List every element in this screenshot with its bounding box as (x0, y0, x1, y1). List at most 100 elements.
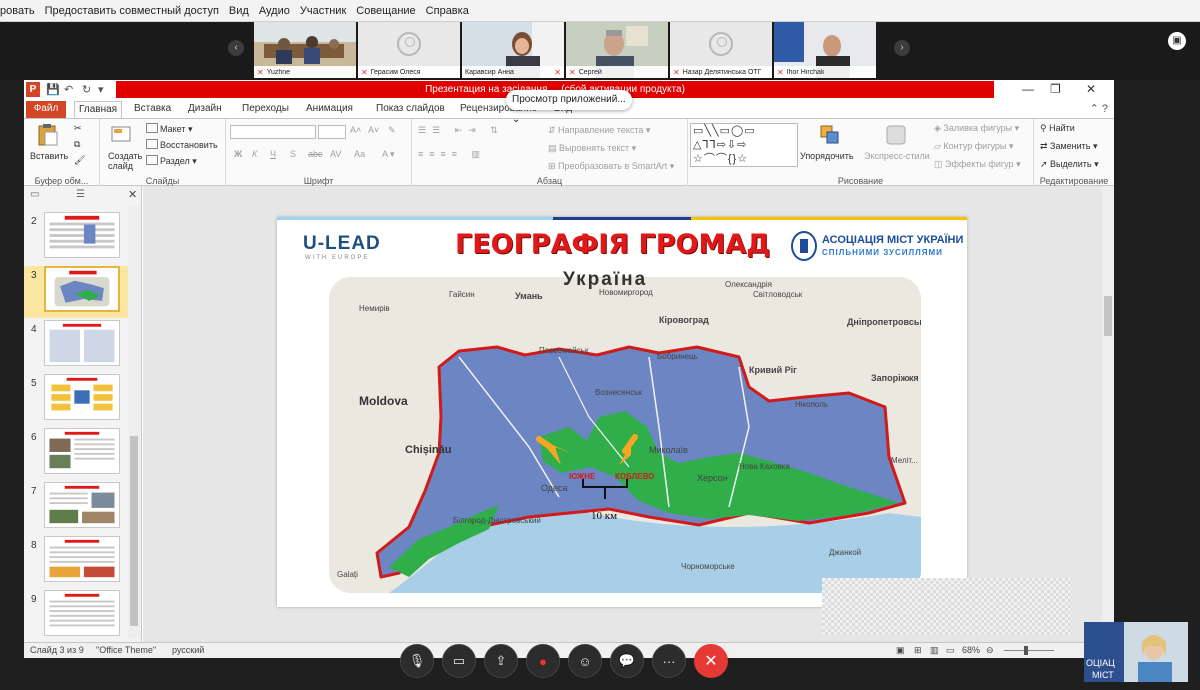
cut-icon[interactable]: ✂ (74, 123, 82, 134)
reading-view-icon[interactable]: ▥ (930, 645, 939, 656)
slideshow-icon[interactable]: ▭ (946, 645, 955, 656)
replace-button[interactable]: ⇄ Заменить ▾ (1040, 141, 1098, 152)
underline-button[interactable]: Ч (270, 149, 276, 159)
slide-thumbnail[interactable]: 6 (24, 428, 128, 480)
participant-tile[interactable]: ✕ Ihor Hirchak (774, 22, 876, 78)
record-icon[interactable]: ● (526, 644, 560, 678)
participants-icon[interactable]: ☺ (568, 644, 602, 678)
menu-item-share[interactable]: Предоставить совместный доступ (45, 5, 219, 17)
editing-scrollbar[interactable] (1102, 186, 1114, 642)
layout-button[interactable]: Макет ▾ (146, 123, 193, 135)
select-button[interactable]: ➚ Выделить ▾ (1040, 159, 1099, 170)
gallery-next-button[interactable]: › (894, 40, 910, 56)
participant-tile[interactable]: ✕ Назар Делятинська ОТГ (670, 22, 772, 78)
menu-item-audio[interactable]: Аудио (259, 5, 290, 17)
zoom-slider[interactable] (1004, 650, 1054, 651)
clear-format-icon[interactable]: ✎ (388, 125, 396, 136)
slide-thumbnail[interactable]: 8 (24, 536, 128, 588)
help-icon[interactable]: ? (1102, 103, 1108, 115)
quick-styles-button[interactable]: Экспресс-стили (864, 151, 930, 161)
new-slide-button[interactable]: Создать слайд (108, 151, 148, 171)
list-buttons[interactable]: ☰☰ ⇤⇥ ⇅ (418, 125, 504, 136)
undo-icon[interactable]: ↶ (64, 83, 73, 96)
shape-effects-button[interactable]: ◫ Эффекты фигур ▾ (934, 159, 1021, 170)
close-panel-icon[interactable]: ✕ (128, 188, 137, 201)
tab-transitions[interactable]: Переходы (238, 101, 293, 118)
zoom-slider-thumb[interactable] (1024, 646, 1028, 655)
video-off-icon[interactable]: ▭ (442, 644, 476, 678)
slide-thumbnail[interactable]: 5 (24, 374, 128, 426)
font-color-icon[interactable]: A ▾ (382, 149, 395, 160)
char-spacing-icon[interactable]: AV (330, 149, 341, 159)
font-name-box[interactable] (230, 125, 316, 139)
shape-fill-button[interactable]: ◈ Заливка фигуры ▾ (934, 123, 1019, 134)
gallery-layout-icon[interactable]: ▣ (1168, 32, 1186, 50)
customize-toolbar-icon[interactable]: ▾ (98, 83, 104, 96)
find-button[interactable]: ⚲ Найти (1040, 123, 1075, 134)
strikethrough-button[interactable]: abc (308, 149, 323, 159)
arrange-button[interactable]: Упорядочить (800, 151, 854, 161)
text-direction-button[interactable]: ⇵ Направление текста ▾ (548, 125, 650, 136)
menu-item-view[interactable]: Вид (229, 5, 249, 17)
menu-item-meeting[interactable]: Совещание (356, 5, 415, 17)
scroll-thumb[interactable] (130, 436, 138, 626)
scroll-thumb[interactable] (1104, 296, 1112, 336)
collapse-ribbon-icon[interactable]: ⌃ (1090, 103, 1099, 115)
tab-slideshow[interactable]: Показ слайдов (372, 101, 449, 118)
tab-home[interactable]: Главная (74, 101, 123, 118)
slide-thumbnail[interactable]: 4 (24, 320, 128, 372)
bold-button[interactable]: Ж (234, 149, 242, 159)
participant-tile[interactable]: ✕ Сергей (566, 22, 668, 78)
tab-design[interactable]: Дизайн (184, 101, 226, 118)
chat-icon[interactable]: 💬 (610, 644, 644, 678)
new-slide-icon[interactable] (110, 123, 134, 147)
save-icon[interactable]: 💾 (46, 83, 60, 96)
align-buttons[interactable]: ≡≡≡≡ ▥ (418, 149, 486, 160)
tab-file[interactable]: Файл (26, 101, 66, 118)
slide-thumbnail[interactable]: 9 (24, 590, 128, 642)
smartart-button[interactable]: ⊞ Преобразовать в SmartArt ▾ (548, 161, 674, 172)
minimize-icon[interactable]: — (1022, 82, 1034, 96)
italic-button[interactable]: К (252, 149, 257, 159)
end-call-icon[interactable]: ✕ (694, 644, 728, 678)
participant-tile[interactable]: Каравсир Анна ✕ (462, 22, 564, 78)
tab-animation[interactable]: Анимация (302, 101, 357, 118)
align-text-button[interactable]: ▤ Выровнять текст ▾ (548, 143, 636, 154)
slide-thumbnail-selected[interactable]: 3 (24, 266, 128, 318)
section-button[interactable]: Раздел ▾ (146, 155, 197, 167)
panel-scrollbar[interactable] (128, 206, 140, 638)
font-size-box[interactable] (318, 125, 346, 139)
reset-button[interactable]: Восстановить (146, 139, 218, 150)
view-apps-dropdown[interactable]: Просмотр приложений... ⌄ (506, 90, 632, 125)
shape-outline-button[interactable]: ▱ Контур фигуры ▾ (934, 141, 1013, 152)
change-case-button[interactable]: Аа (354, 149, 365, 159)
quick-styles-icon[interactable] (884, 123, 908, 147)
redo-icon[interactable]: ↻ (82, 83, 91, 96)
outline-tab-icon[interactable]: ☰ (76, 189, 85, 200)
participant-tile[interactable]: ✕ Герасим Олеся (358, 22, 460, 78)
close-icon[interactable]: ✕ (1086, 82, 1096, 96)
mic-off-icon[interactable]: 🎙 (400, 644, 434, 678)
copy-icon[interactable]: ⧉ (74, 139, 80, 150)
participant-tile[interactable]: ✕ Yuzhne (254, 22, 356, 78)
slide-sorter-icon[interactable]: ⊞ (914, 645, 922, 656)
tab-insert[interactable]: Вставка (130, 101, 175, 118)
arrange-icon[interactable] (818, 123, 842, 147)
shapes-gallery[interactable]: ▭╲╲▭◯▭ △⅂⅂⇨⇩⇨ ☆⌒⌒{}☆ (690, 123, 798, 167)
language[interactable]: русский (172, 645, 204, 655)
format-painter-icon[interactable]: 🖌 (74, 155, 85, 166)
grow-font-icon[interactable]: A˄ (350, 125, 361, 135)
self-video[interactable]: ОЦІАЦ МІСТ (1084, 622, 1188, 682)
slides-tab-icon[interactable]: ▭ (30, 189, 39, 200)
more-icon[interactable]: ··· (652, 644, 686, 678)
paste-icon[interactable] (36, 123, 60, 147)
shrink-font-icon[interactable]: A˅ (368, 125, 379, 135)
zoom-level[interactable]: 68% (962, 645, 980, 655)
slide-thumbnail[interactable]: 2 (24, 212, 128, 264)
shadow-button[interactable]: S (290, 149, 296, 159)
gallery-prev-button[interactable]: ‹ (228, 40, 244, 56)
restore-icon[interactable]: ❐ (1050, 82, 1061, 96)
menu-item-help[interactable]: Справка (426, 5, 469, 17)
zoom-out-icon[interactable]: ⊖ (986, 645, 994, 656)
paste-button[interactable]: Вставить (30, 151, 68, 161)
